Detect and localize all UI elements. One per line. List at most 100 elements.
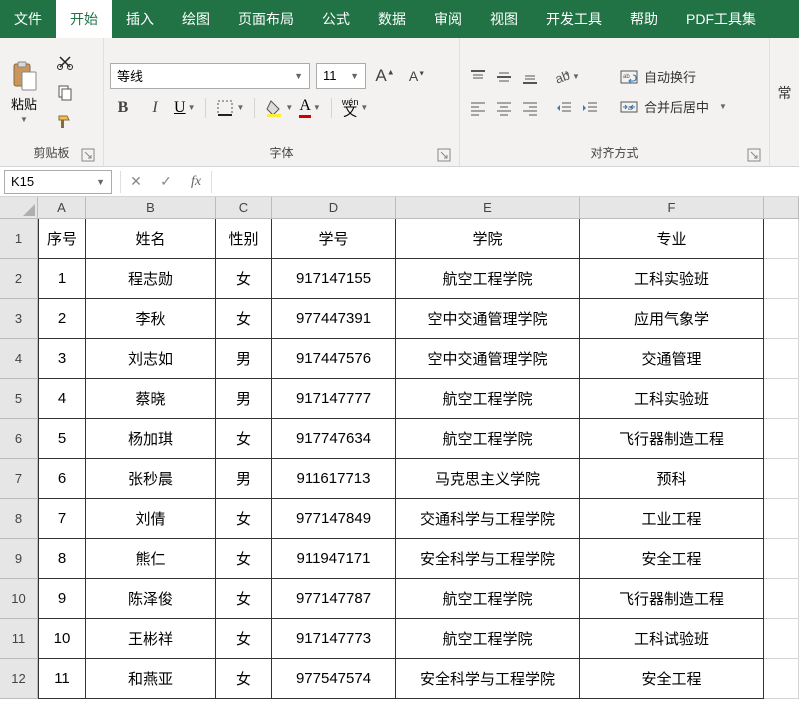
align-top-button[interactable] — [466, 65, 490, 89]
paste-button[interactable]: 粘贴 ▼ — [6, 58, 42, 126]
cell-spare-6[interactable] — [764, 419, 799, 459]
row-header-8[interactable]: 8 — [0, 499, 38, 539]
row-header-2[interactable]: 2 — [0, 259, 38, 299]
cell-r12-c[interactable]: 女 — [216, 659, 272, 699]
cell-spare[interactable] — [764, 219, 799, 259]
cell-spare-7[interactable] — [764, 459, 799, 499]
border-button[interactable]: ▼ — [216, 95, 244, 121]
column-header-B[interactable]: B — [86, 197, 216, 219]
cell-r8-b[interactable]: 刘倩 — [86, 499, 216, 539]
font-name-combo[interactable]: 等线▼ — [110, 63, 310, 89]
bold-button[interactable]: B — [110, 95, 136, 121]
column-header-A[interactable]: A — [38, 197, 86, 219]
tab-1[interactable]: 开始 — [56, 0, 112, 38]
tab-11[interactable]: PDF工具集 — [672, 0, 770, 38]
formula-input[interactable] — [212, 170, 799, 194]
tab-3[interactable]: 绘图 — [168, 0, 224, 38]
cell-r5-c[interactable]: 男 — [216, 379, 272, 419]
cell-r12-e[interactable]: 安全科学与工程学院 — [396, 659, 580, 699]
cell-r7-b[interactable]: 张秒晨 — [86, 459, 216, 499]
tab-4[interactable]: 页面布局 — [224, 0, 308, 38]
phonetic-guide-button[interactable]: wén文▼ — [342, 95, 368, 121]
font-size-combo[interactable]: 11▼ — [316, 63, 366, 89]
cell-spare-9[interactable] — [764, 539, 799, 579]
align-left-button[interactable] — [466, 96, 490, 120]
row-header-3[interactable]: 3 — [0, 299, 38, 339]
cell-r11-d[interactable]: 917147773 — [272, 619, 396, 659]
cancel-formula-button[interactable]: ✕ — [121, 170, 151, 194]
cell-r3-f[interactable]: 应用气象学 — [580, 299, 764, 339]
cell-r8-e[interactable]: 交通科学与工程学院 — [396, 499, 580, 539]
enter-formula-button[interactable]: ✓ — [151, 170, 181, 194]
tab-10[interactable]: 帮助 — [616, 0, 672, 38]
italic-button[interactable]: I — [142, 95, 168, 121]
cell-spare-4[interactable] — [764, 339, 799, 379]
decrease-indent-button[interactable] — [552, 96, 576, 120]
cell-r5-b[interactable]: 蔡晓 — [86, 379, 216, 419]
column-header-C[interactable]: C — [216, 197, 272, 219]
cell-r7-c[interactable]: 男 — [216, 459, 272, 499]
header-cell-d[interactable]: 学号 — [272, 219, 396, 259]
align-center-button[interactable] — [492, 96, 516, 120]
header-cell-c[interactable]: 性别 — [216, 219, 272, 259]
decrease-font-button[interactable]: A▼ — [404, 63, 430, 89]
cell-r10-e[interactable]: 航空工程学院 — [396, 579, 580, 619]
cell-r7-d[interactable]: 911617713 — [272, 459, 396, 499]
cell-r10-c[interactable]: 女 — [216, 579, 272, 619]
cell-r2-f[interactable]: 工科实验班 — [580, 259, 764, 299]
tab-0[interactable]: 文件 — [0, 0, 56, 38]
header-cell-b[interactable]: 姓名 — [86, 219, 216, 259]
merge-center-button[interactable]: a 合并后居中 ▼ — [616, 94, 731, 120]
cell-r12-f[interactable]: 安全工程 — [580, 659, 764, 699]
row-header-12[interactable]: 12 — [0, 659, 38, 699]
align-bottom-button[interactable] — [518, 65, 542, 89]
cell-r10-a[interactable]: 9 — [38, 579, 86, 619]
cell-r5-f[interactable]: 工科实验班 — [580, 379, 764, 419]
cell-r3-a[interactable]: 2 — [38, 299, 86, 339]
cell-r9-b[interactable]: 熊仁 — [86, 539, 216, 579]
cell-r5-d[interactable]: 917147777 — [272, 379, 396, 419]
cell-r3-e[interactable]: 空中交通管理学院 — [396, 299, 580, 339]
cell-r8-f[interactable]: 工业工程 — [580, 499, 764, 539]
spreadsheet-grid[interactable]: ABCDEF1序号姓名性别学号学院专业21程志勋女917147155航空工程学院… — [0, 197, 799, 723]
row-header-4[interactable]: 4 — [0, 339, 38, 379]
cell-spare-3[interactable] — [764, 299, 799, 339]
cell-r5-a[interactable]: 4 — [38, 379, 86, 419]
header-cell-e[interactable]: 学院 — [396, 219, 580, 259]
align-dialog-launcher[interactable] — [747, 148, 761, 162]
cell-r6-d[interactable]: 917747634 — [272, 419, 396, 459]
cell-spare-8[interactable] — [764, 499, 799, 539]
cell-r9-a[interactable]: 8 — [38, 539, 86, 579]
cell-r6-a[interactable]: 5 — [38, 419, 86, 459]
cell-r11-e[interactable]: 航空工程学院 — [396, 619, 580, 659]
clipboard-dialog-launcher[interactable] — [81, 148, 95, 162]
cell-r9-d[interactable]: 911947171 — [272, 539, 396, 579]
cell-r7-a[interactable]: 6 — [38, 459, 86, 499]
cell-r5-e[interactable]: 航空工程学院 — [396, 379, 580, 419]
column-header-E[interactable]: E — [396, 197, 580, 219]
font-color-button[interactable]: A▼ — [299, 95, 320, 121]
cell-r6-c[interactable]: 女 — [216, 419, 272, 459]
cell-r4-d[interactable]: 917447576 — [272, 339, 396, 379]
cell-r9-f[interactable]: 安全工程 — [580, 539, 764, 579]
name-box[interactable]: K15▼ — [4, 170, 112, 194]
cell-r9-c[interactable]: 女 — [216, 539, 272, 579]
tab-9[interactable]: 开发工具 — [532, 0, 616, 38]
cell-r4-a[interactable]: 3 — [38, 339, 86, 379]
orientation-button[interactable]: ab▼ — [552, 64, 580, 90]
cell-r11-a[interactable]: 10 — [38, 619, 86, 659]
cell-r3-b[interactable]: 李秋 — [86, 299, 216, 339]
increase-font-button[interactable]: A▲ — [372, 63, 398, 89]
cell-r11-b[interactable]: 王彬祥 — [86, 619, 216, 659]
row-header-6[interactable]: 6 — [0, 419, 38, 459]
cell-r11-f[interactable]: 工科试验班 — [580, 619, 764, 659]
cell-r2-e[interactable]: 航空工程学院 — [396, 259, 580, 299]
cell-r3-c[interactable]: 女 — [216, 299, 272, 339]
cell-r2-a[interactable]: 1 — [38, 259, 86, 299]
cell-r2-d[interactable]: 917147155 — [272, 259, 396, 299]
tab-7[interactable]: 审阅 — [420, 0, 476, 38]
cut-button[interactable] — [52, 49, 78, 75]
cell-r8-a[interactable]: 7 — [38, 499, 86, 539]
cell-r3-d[interactable]: 977447391 — [272, 299, 396, 339]
column-header-D[interactable]: D — [272, 197, 396, 219]
